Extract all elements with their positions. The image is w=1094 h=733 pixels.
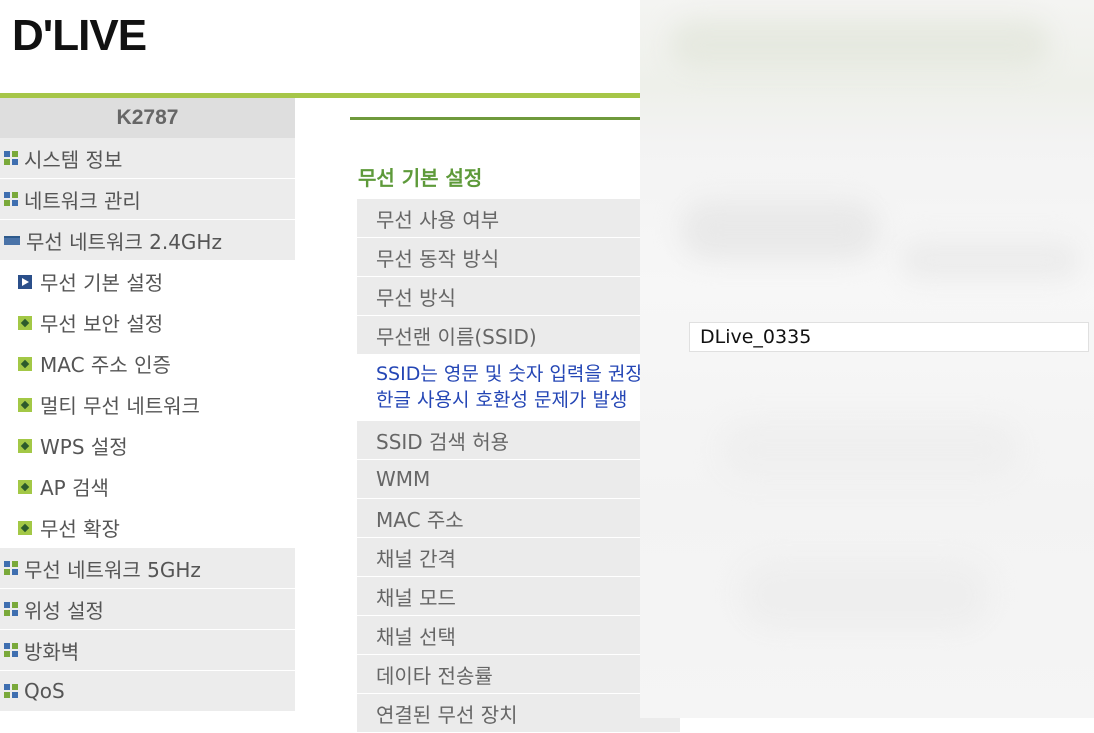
sidebar-item-label: 멀티 무선 네트워크	[40, 394, 200, 418]
grid-icon	[4, 602, 18, 616]
sidebar: K2787 시스템 정보네트워크 관리무선 네트워크 2.4GHz 무선 기본 설…	[0, 98, 295, 712]
sidebar-item-label: 시스템 정보	[24, 147, 123, 172]
ssid-input[interactable]	[689, 322, 1089, 352]
setting-label: 연결된 무선 장치	[357, 694, 680, 733]
section-title: 무선 기본 설정	[358, 166, 483, 190]
sidebar-item-label: WPS 설정	[40, 435, 128, 459]
sidebar-item[interactable]: WPS 설정	[0, 425, 295, 466]
blur-blob	[740, 560, 990, 630]
sidebar-item-label: QoS	[24, 679, 65, 703]
sidebar-item-label: 무선 확장	[40, 517, 120, 541]
ssid-note: SSID는 영문 및 숫자 입력을 권장 한글 사용시 호환성 문제가 발생	[357, 355, 680, 421]
sidebar-item[interactable]: 무선 보안 설정	[0, 302, 295, 343]
grid-icon	[4, 151, 18, 165]
blur-blob	[670, 20, 1050, 70]
sidebar-item[interactable]: 방화벽	[0, 630, 295, 671]
grid-icon	[4, 561, 18, 575]
ssid-note-line1: SSID는 영문 및 숫자 입력을 권장	[376, 363, 643, 385]
sidebar-item-label: 무선 보안 설정	[40, 312, 164, 336]
setting-label: 무선 방식	[357, 277, 680, 316]
setting-label: 채널 선택	[357, 616, 680, 655]
expanded-menu-icon	[4, 235, 20, 245]
sidebar-item-label: MAC 주소 인증	[40, 353, 171, 377]
sidebar-item-label: 무선 기본 설정	[40, 271, 164, 295]
bullet-icon	[18, 520, 32, 535]
sidebar-item[interactable]: 위성 설정	[0, 589, 295, 630]
bullet-icon	[18, 479, 32, 494]
setting-label: 채널 간격	[357, 538, 680, 577]
sidebar-item[interactable]: 멀티 무선 네트워크	[0, 384, 295, 425]
sidebar-item[interactable]: 무선 기본 설정	[0, 261, 295, 302]
blur-blob	[680, 200, 880, 260]
sidebar-item-label: AP 검색	[40, 476, 109, 500]
sidebar-item[interactable]: 무선 확장	[0, 507, 295, 548]
ssid-note-line2: 한글 사용시 호환성 문제가 발생	[376, 389, 628, 411]
dlive-logo: D'LIVE	[12, 11, 147, 60]
active-arrow-icon	[18, 274, 32, 289]
sidebar-item[interactable]: 무선 네트워크 5GHz	[0, 548, 295, 589]
blur-blob	[900, 240, 1080, 280]
device-model: K2787	[0, 98, 295, 138]
setting-label: WMM	[357, 460, 680, 499]
bullet-icon	[18, 397, 32, 412]
sidebar-item-label: 위성 설정	[24, 598, 104, 623]
setting-label: 무선 동작 방식	[357, 238, 680, 277]
grid-icon	[4, 684, 18, 698]
grid-icon	[4, 643, 18, 657]
setting-label: 무선랜 이름(SSID)	[357, 316, 680, 355]
setting-label: 채널 모드	[357, 577, 680, 616]
sidebar-item[interactable]: QoS	[0, 671, 295, 712]
settings-table: 무선 사용 여부 무선 동작 방식 무선 방식 무선랜 이름(SSID) SSID는 …	[357, 199, 680, 733]
sidebar-item-label: 무선 네트워크 2.4GHz	[26, 229, 222, 254]
content-divider	[350, 117, 640, 120]
sidebar-item[interactable]: 네트워크 관리	[0, 179, 295, 220]
setting-label: 데이타 전송률	[357, 655, 680, 694]
bullet-icon	[18, 315, 32, 330]
setting-label: 무선 사용 여부	[357, 199, 680, 238]
sidebar-item-label: 네트워크 관리	[24, 188, 141, 213]
sidebar-item[interactable]: 시스템 정보	[0, 138, 295, 179]
bullet-icon	[18, 356, 32, 371]
grid-icon	[4, 192, 18, 206]
blurred-region	[640, 0, 1094, 718]
setting-label: SSID 검색 허용	[357, 421, 680, 460]
bullet-icon	[18, 438, 32, 453]
sidebar-item[interactable]: 무선 네트워크 2.4GHz	[0, 220, 295, 261]
sidebar-item[interactable]: MAC 주소 인증	[0, 343, 295, 384]
setting-label: MAC 주소	[357, 499, 680, 538]
sidebar-item-label: 무선 네트워크 5GHz	[24, 557, 201, 582]
sidebar-item-label: 방화벽	[24, 639, 80, 664]
blur-blob	[720, 420, 1020, 480]
sidebar-item[interactable]: AP 검색	[0, 466, 295, 507]
